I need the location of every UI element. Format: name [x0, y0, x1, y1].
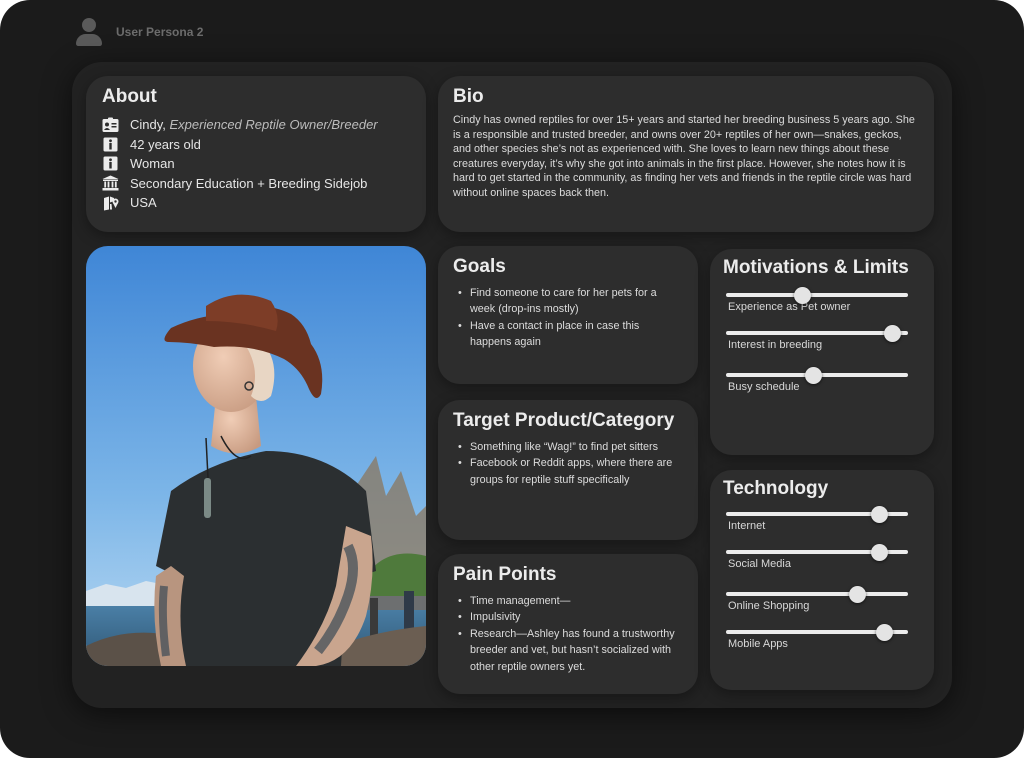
pain-points-heading: Pain Points — [453, 564, 557, 585]
experience-slider[interactable] — [726, 287, 908, 304]
persona-age: 42 years old — [130, 136, 201, 152]
mobile-apps-slider[interactable] — [726, 624, 908, 641]
technology-card: Technology Internet Social Media Online … — [710, 470, 934, 690]
info-icon — [102, 136, 119, 152]
list-item: Research—Ashley has found a trustworthy … — [453, 626, 683, 675]
slider-knob[interactable] — [883, 325, 901, 342]
goals-list: Find someone to care for her pets for a … — [453, 285, 683, 351]
list-item: Time management— — [453, 593, 683, 610]
list-item: Find someone to care for her pets for a … — [453, 285, 683, 318]
slider-label: Internet — [728, 520, 766, 532]
list-item: Have a contact in place in case this hap… — [453, 318, 683, 351]
slider-label: Social Media — [728, 558, 791, 570]
bio-text: Cindy has owned reptiles for over 15+ ye… — [453, 114, 915, 199]
persona-education: Secondary Education + Breeding Sidejob — [130, 175, 368, 191]
window-title: User Persona 2 — [116, 25, 204, 39]
slider-knob[interactable] — [870, 544, 888, 561]
target-product-card: Target Product/Category Something like “… — [438, 400, 698, 540]
breeding-interest-slider[interactable] — [726, 325, 908, 342]
slider-knob[interactable] — [870, 506, 888, 523]
location-icon — [102, 195, 119, 211]
about-card: About Cindy, Experienced Reptile Owner/B… — [86, 76, 426, 232]
slider-label: Busy schedule — [728, 381, 800, 393]
online-shopping-slider[interactable] — [726, 586, 908, 603]
about-gender-row: Woman — [102, 154, 410, 174]
busy-schedule-slider[interactable] — [726, 367, 908, 384]
list-item: Something like “Wag!” to find pet sitter… — [453, 439, 683, 456]
persona-photo — [86, 246, 426, 666]
institution-icon — [102, 175, 119, 191]
persona-name: Cindy, — [130, 117, 166, 133]
target-product-list: Something like “Wag!” to find pet sitter… — [453, 439, 683, 488]
id-card-icon — [102, 117, 119, 133]
pain-points-card: Pain Points Time management— Impulsivity… — [438, 554, 698, 694]
about-heading: About — [102, 86, 157, 107]
top-bar: User Persona 2 — [76, 18, 203, 46]
bio-card: Bio Cindy has owned reptiles for over 15… — [438, 76, 934, 232]
internet-slider[interactable] — [726, 506, 908, 523]
list-item: Facebook or Reddit apps, where there are… — [453, 455, 683, 488]
persona-role: Experienced Reptile Owner/Breeder — [169, 117, 378, 133]
user-avatar-icon — [76, 18, 102, 46]
goals-heading: Goals — [453, 256, 506, 277]
persona-location: USA — [130, 195, 157, 211]
about-education-row: Secondary Education + Breeding Sidejob — [102, 174, 410, 194]
about-location-row: USA — [102, 193, 410, 213]
slider-label: Online Shopping — [728, 600, 810, 612]
motivations-heading: Motivations & Limits — [723, 257, 909, 278]
motivations-card: Motivations & Limits Experience as Pet o… — [710, 249, 934, 455]
pain-points-list: Time management— Impulsivity Research—As… — [453, 593, 683, 675]
bio-heading: Bio — [453, 86, 484, 107]
social-media-slider[interactable] — [726, 544, 908, 561]
info-icon — [102, 156, 119, 172]
slider-knob[interactable] — [849, 586, 867, 603]
slider-label: Mobile Apps — [728, 638, 788, 650]
goals-card: Goals Find someone to care for her pets … — [438, 246, 698, 384]
list-item: Impulsivity — [453, 609, 683, 626]
persona-gender: Woman — [130, 156, 175, 172]
technology-heading: Technology — [723, 478, 829, 499]
slider-label: Experience as Pet owner — [728, 301, 851, 313]
app-frame: User Persona 2 About Cindy, Experienced … — [0, 0, 1024, 758]
about-age-row: 42 years old — [102, 135, 410, 155]
about-name-row: Cindy, Experienced Reptile Owner/Breeder — [102, 115, 410, 135]
target-product-heading: Target Product/Category — [453, 410, 675, 431]
